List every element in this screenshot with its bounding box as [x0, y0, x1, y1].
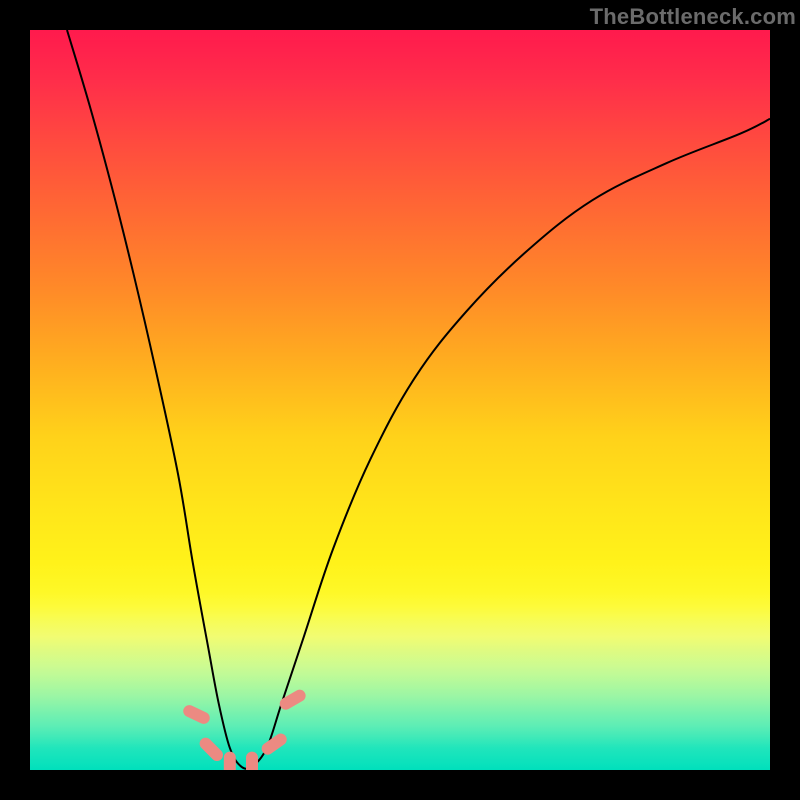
curve-markers — [181, 688, 308, 770]
curve-marker — [181, 703, 211, 726]
curve-layer — [30, 30, 770, 770]
curve-marker — [278, 688, 308, 712]
curve-marker — [259, 731, 289, 757]
bottleneck-curve — [67, 30, 770, 769]
plot-area — [30, 30, 770, 770]
watermark-text: TheBottleneck.com — [590, 4, 796, 30]
lowlight-haze — [30, 592, 770, 770]
curve-marker — [224, 752, 236, 770]
chart-frame: TheBottleneck.com — [0, 0, 800, 800]
curve-marker — [246, 752, 258, 770]
curve-marker — [197, 735, 225, 763]
